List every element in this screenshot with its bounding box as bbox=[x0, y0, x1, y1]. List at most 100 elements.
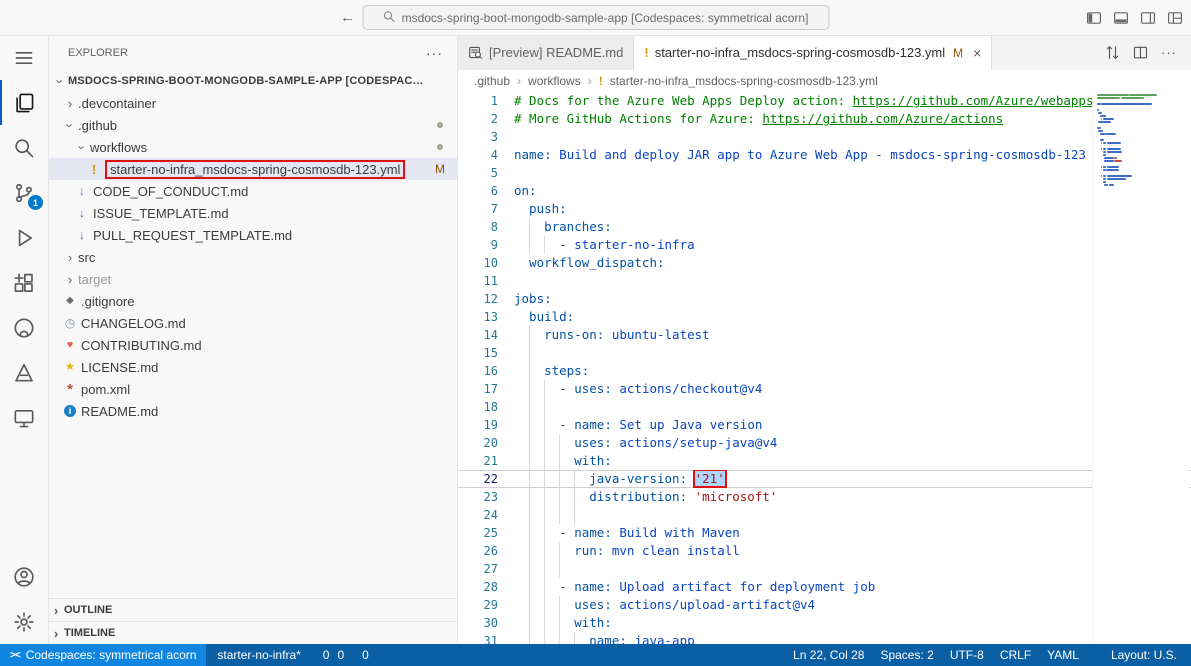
tree-root-folder[interactable]: ›MSDOCS-SPRING-BOOT-MONGODB-SAMPLE-APP [… bbox=[48, 70, 457, 92]
line-number[interactable]: 19 bbox=[458, 416, 498, 434]
line-number[interactable]: 17 bbox=[458, 380, 498, 398]
line-number[interactable]: 7 bbox=[458, 200, 498, 218]
search-icon[interactable] bbox=[0, 125, 48, 170]
line-number[interactable]: 27 bbox=[458, 560, 498, 578]
branch-indicator[interactable]: starter-no-infra* bbox=[206, 644, 311, 666]
code-line[interactable]: 1# Docs for the Azure Web Apps Deploy ac… bbox=[458, 92, 1191, 110]
line-number[interactable]: 5 bbox=[458, 164, 498, 182]
customize-layout-icon[interactable] bbox=[1167, 10, 1183, 26]
tree-file[interactable]: ♥CONTRIBUTING.md bbox=[48, 334, 457, 356]
code-line[interactable]: 2# More GitHub Actions for Azure: https:… bbox=[458, 110, 1191, 128]
line-number[interactable]: 6 bbox=[458, 182, 498, 200]
code-line[interactable]: 12jobs: bbox=[458, 290, 1191, 308]
tree-file[interactable]: *pom.xml bbox=[48, 378, 457, 400]
code-line[interactable]: 30 with: bbox=[458, 614, 1191, 632]
code-line[interactable]: 22 java-version: '21' bbox=[458, 470, 1191, 488]
cursor-position[interactable]: Ln 22, Col 28 bbox=[785, 644, 872, 666]
split-editor-icon[interactable] bbox=[1133, 45, 1148, 60]
code-line[interactable]: 25 - name: Build with Maven bbox=[458, 524, 1191, 542]
extensions-icon[interactable] bbox=[0, 260, 48, 305]
line-number[interactable]: 26 bbox=[458, 542, 498, 560]
line-number[interactable]: 16 bbox=[458, 362, 498, 380]
code-line[interactable]: 24 bbox=[458, 506, 1191, 524]
ports-indicator[interactable]: 0 bbox=[351, 644, 376, 666]
code-line[interactable]: 31 name: java-app bbox=[458, 632, 1191, 644]
code-editor[interactable]: 1# Docs for the Azure Web Apps Deploy ac… bbox=[458, 92, 1191, 644]
line-number[interactable]: 8 bbox=[458, 218, 498, 236]
code-line[interactable]: 17 - uses: actions/checkout@v4 bbox=[458, 380, 1191, 398]
problems-indicator[interactable]: 0 0 bbox=[312, 644, 351, 666]
line-number[interactable]: 10 bbox=[458, 254, 498, 272]
compare-changes-icon[interactable] bbox=[1105, 45, 1120, 60]
explorer-icon[interactable] bbox=[0, 80, 48, 125]
code-line[interactable]: 19 - name: Set up Java version bbox=[458, 416, 1191, 434]
line-number[interactable]: 20 bbox=[458, 434, 498, 452]
settings-gear-icon[interactable] bbox=[0, 599, 48, 644]
menu-icon[interactable] bbox=[0, 35, 48, 80]
code-line[interactable]: 28 - name: Upload artifact for deploymen… bbox=[458, 578, 1191, 596]
code-line[interactable]: 23 distribution: 'microsoft' bbox=[458, 488, 1191, 506]
encoding-indicator[interactable]: UTF-8 bbox=[942, 644, 992, 666]
indentation-indicator[interactable]: Spaces: 2 bbox=[872, 644, 941, 666]
line-number[interactable]: 1 bbox=[458, 92, 498, 110]
toggle-panel-icon[interactable] bbox=[1113, 10, 1129, 26]
github-icon[interactable] bbox=[0, 305, 48, 350]
code-line[interactable]: 13 build: bbox=[458, 308, 1191, 326]
line-number[interactable]: 22 bbox=[458, 470, 498, 488]
toggle-primary-sidebar-icon[interactable] bbox=[1086, 10, 1102, 26]
code-line[interactable]: 14 runs-on: ubuntu-latest bbox=[458, 326, 1191, 344]
code-line[interactable]: 18 bbox=[458, 398, 1191, 416]
tree-file[interactable]: ↓CODE_OF_CONDUCT.md bbox=[48, 180, 457, 202]
tree-folder[interactable]: ›src bbox=[48, 246, 457, 268]
code-line[interactable]: 20 uses: actions/setup-java@v4 bbox=[458, 434, 1191, 452]
remote-indicator[interactable]: >< Codespaces: symmetrical acorn bbox=[0, 644, 206, 666]
line-number[interactable]: 28 bbox=[458, 578, 498, 596]
code-line[interactable]: 11 bbox=[458, 272, 1191, 290]
tree-folder[interactable]: ›target bbox=[48, 268, 457, 290]
tree-file[interactable]: ★LICENSE.md bbox=[48, 356, 457, 378]
code-line[interactable]: 10 workflow_dispatch: bbox=[458, 254, 1191, 272]
remote-explorer-icon[interactable] bbox=[0, 395, 48, 440]
code-line[interactable]: 27 bbox=[458, 560, 1191, 578]
line-number[interactable]: 14 bbox=[458, 326, 498, 344]
account-icon[interactable] bbox=[0, 554, 48, 599]
more-actions-icon[interactable]: ··· bbox=[426, 45, 443, 61]
code-line[interactable]: 4name: Build and deploy JAR app to Azure… bbox=[458, 146, 1191, 164]
code-line[interactable]: 5 bbox=[458, 164, 1191, 182]
azure-icon[interactable] bbox=[0, 350, 48, 395]
code-line[interactable]: 6on: bbox=[458, 182, 1191, 200]
code-line[interactable]: 26 run: mvn clean install bbox=[458, 542, 1191, 560]
line-number[interactable]: 24 bbox=[458, 506, 498, 524]
line-number[interactable]: 12 bbox=[458, 290, 498, 308]
editor-tab[interactable]: !starter-no-infra_msdocs-spring-cosmosdb… bbox=[634, 35, 992, 70]
more-actions-icon[interactable]: ··· bbox=[1161, 45, 1177, 60]
tree-file[interactable]: iREADME.md bbox=[48, 400, 457, 422]
code-line[interactable]: 7 push: bbox=[458, 200, 1191, 218]
back-button[interactable]: ← bbox=[340, 9, 355, 26]
code-line[interactable]: 9 - starter-no-infra bbox=[458, 236, 1191, 254]
line-number[interactable]: 4 bbox=[458, 146, 498, 164]
tree-file[interactable]: ↓ISSUE_TEMPLATE.md bbox=[48, 202, 457, 224]
line-number[interactable]: 11 bbox=[458, 272, 498, 290]
breadcrumb-item[interactable]: .github bbox=[474, 74, 510, 88]
code-line[interactable]: 8 branches: bbox=[458, 218, 1191, 236]
tree-folder[interactable]: ›workflows bbox=[48, 136, 457, 158]
line-number[interactable]: 31 bbox=[458, 632, 498, 644]
line-number[interactable]: 21 bbox=[458, 452, 498, 470]
breadcrumb-item[interactable]: starter-no-infra_msdocs-spring-cosmosdb-… bbox=[610, 74, 878, 88]
line-number[interactable]: 30 bbox=[458, 614, 498, 632]
source-control-icon[interactable]: 1 bbox=[0, 170, 48, 215]
tree-file[interactable]: !starter-no-infra_msdocs-spring-cosmosdb… bbox=[48, 158, 457, 180]
tree-file[interactable]: ◆.gitignore bbox=[48, 290, 457, 312]
notifications-icon[interactable] bbox=[1087, 644, 1103, 666]
eol-indicator[interactable]: CRLF bbox=[992, 644, 1039, 666]
code-line[interactable]: 16 steps: bbox=[458, 362, 1191, 380]
minimap[interactable] bbox=[1092, 92, 1189, 644]
line-number[interactable]: 2 bbox=[458, 110, 498, 128]
line-number[interactable]: 3 bbox=[458, 128, 498, 146]
editor-tab[interactable]: [Preview] README.md bbox=[458, 35, 634, 70]
code-line[interactable]: 29 uses: actions/upload-artifact@v4 bbox=[458, 596, 1191, 614]
code-line[interactable]: 3 bbox=[458, 128, 1191, 146]
close-icon[interactable]: × bbox=[973, 45, 981, 61]
line-number[interactable]: 29 bbox=[458, 596, 498, 614]
